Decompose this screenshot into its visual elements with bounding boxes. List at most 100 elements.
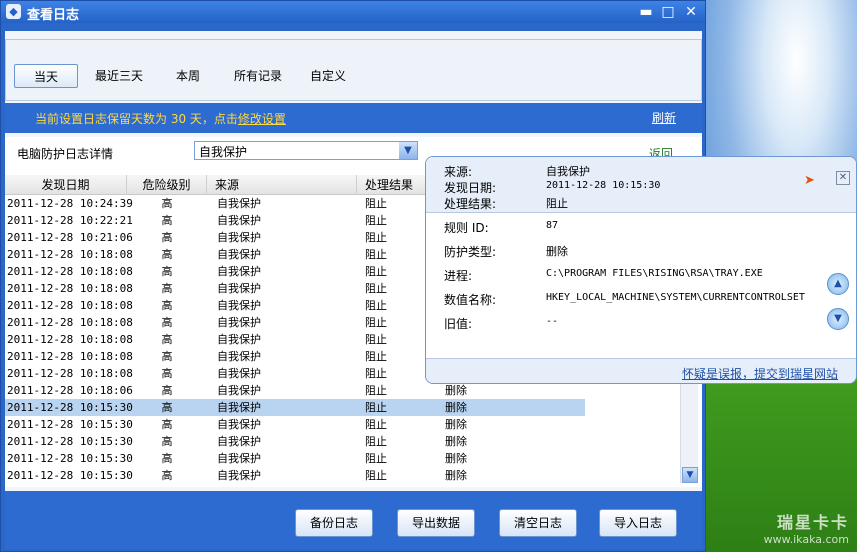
cell-date: 2011-12-28 10:15:30	[7, 452, 133, 465]
cell-date: 2011-12-28 10:15:30	[7, 401, 133, 414]
popup-source-label: 来源:	[444, 165, 473, 179]
table-row[interactable]: 2011-12-28 10:15:30 高 自我保护 阻止 删除	[5, 467, 585, 484]
cell-date: 2011-12-28 10:18:08	[7, 299, 133, 312]
window-title: 查看日志	[27, 8, 80, 23]
close-icon[interactable]: ✕	[682, 3, 700, 21]
cell-source: 自我保护	[217, 350, 261, 363]
cell-source: 自我保护	[217, 248, 261, 261]
cell-date: 2011-12-28 10:22:21	[7, 214, 133, 227]
cell-level: 高	[161, 401, 173, 414]
popup-date-value: 2011-12-28 10:15:30	[546, 180, 661, 191]
column-level[interactable]: 危险级别	[127, 175, 207, 195]
cell-source: 自我保护	[217, 469, 261, 482]
refresh-link[interactable]: 刷新	[652, 109, 676, 126]
cell-level: 高	[161, 265, 173, 278]
popup-type-value: 删除	[546, 245, 568, 258]
table-row[interactable]: 2011-12-28 10:15:30 高 自我保护 阻止 删除	[5, 399, 585, 416]
popup-type-label: 防护类型:	[444, 245, 497, 259]
table-row[interactable]: 2011-12-28 10:15:30 高 自我保护 阻止 删除	[5, 450, 585, 467]
source-select[interactable]: 自我保护 ▼	[194, 141, 418, 160]
cell-result: 阻止	[365, 384, 387, 397]
cell-date: 2011-12-28 10:18:06	[7, 384, 133, 397]
cell-level: 高	[161, 435, 173, 448]
watermark: 瑞星卡卡 www.ikaka.com	[764, 509, 849, 546]
cell-date: 2011-12-28 10:18:08	[7, 333, 133, 346]
cell-source: 自我保护	[217, 452, 261, 465]
retention-notice: 当前设置日志保留天数为 30 天，点击修改设置 刷新	[5, 103, 702, 133]
cell-source: 自我保护	[217, 367, 261, 380]
popup-process-label: 进程:	[444, 269, 473, 283]
minimize-icon[interactable]: ▬	[637, 3, 655, 21]
cell-source: 自我保护	[217, 197, 261, 210]
cell-level: 高	[161, 248, 173, 261]
cell-level: 高	[161, 452, 173, 465]
tab-last-three-days[interactable]: 最近三天	[88, 64, 150, 88]
cell-source: 自我保护	[217, 384, 261, 397]
scroll-down-icon[interactable]: ▼	[682, 467, 698, 483]
chevron-down-icon[interactable]: ▼	[399, 142, 417, 159]
popup-valuename-value: HKEY_LOCAL_MACHINE\SYSTEM\CURRENTCONTROL…	[546, 292, 805, 303]
cell-source: 自我保护	[217, 418, 261, 431]
cell-level: 高	[161, 299, 173, 312]
cell-level: 高	[161, 316, 173, 329]
popup-oldvalue-value: --	[546, 316, 559, 327]
arrow-down-icon[interactable]: ▼	[827, 308, 849, 330]
report-false-positive-link[interactable]: 怀疑是误报，提交到瑞星网站	[682, 365, 838, 382]
table-row[interactable]: 2011-12-28 10:15:30 高 自我保护 阻止 删除	[5, 416, 585, 433]
cell-level: 高	[161, 214, 173, 227]
import-log-button[interactable]: 导入日志	[599, 509, 677, 537]
cell-op: 删除	[445, 418, 467, 431]
range-tabs: 当天 最近三天 本周 所有记录 自定义	[5, 39, 702, 101]
table-row[interactable]: 2011-12-28 10:18:06 高 自我保护 阻止 删除	[5, 382, 585, 399]
column-source[interactable]: 来源	[207, 175, 357, 195]
watermark-url: www.ikaka.com	[763, 533, 849, 546]
notice-text: 当前设置日志保留天数为 30 天，点击修改设置	[35, 110, 286, 127]
cell-result: 阻止	[365, 469, 387, 482]
shield-icon: ◆	[6, 4, 21, 19]
cell-level: 高	[161, 197, 173, 210]
cell-date: 2011-12-28 10:15:30	[7, 469, 133, 482]
popup-source-value: 自我保护	[546, 165, 590, 178]
tab-today[interactable]: 当天	[14, 64, 78, 88]
backup-log-button[interactable]: 备份日志	[295, 509, 373, 537]
cell-source: 自我保护	[217, 282, 261, 295]
cell-date: 2011-12-28 10:18:08	[7, 316, 133, 329]
cell-level: 高	[161, 469, 173, 482]
export-data-button[interactable]: 导出数据	[397, 509, 475, 537]
table-row[interactable]: 2011-12-28 10:15:30 高 自我保护 阻止 删除	[5, 433, 585, 450]
cell-date: 2011-12-28 10:18:08	[7, 265, 133, 278]
cell-date: 2011-12-28 10:15:30	[7, 435, 133, 448]
cell-level: 高	[161, 282, 173, 295]
close-icon[interactable]: ✕	[836, 171, 850, 185]
popup-result-value: 阻止	[546, 197, 568, 210]
maximize-icon[interactable]: □	[659, 3, 677, 21]
arrow-up-icon[interactable]: ▲	[827, 273, 849, 295]
title-bar[interactable]: ◆ 查看日志 ▬ □ ✕	[1, 1, 705, 23]
cell-date: 2011-12-28 10:21:06	[7, 231, 133, 244]
cell-level: 高	[161, 231, 173, 244]
popup-process-value: C:\PROGRAM FILES\RISING\RSA\TRAY.EXE	[546, 268, 763, 279]
cell-level: 高	[161, 418, 173, 431]
tab-all-records[interactable]: 所有记录	[228, 64, 288, 88]
cell-level: 高	[161, 350, 173, 363]
popup-date-label: 发现日期:	[444, 181, 497, 195]
tab-this-week[interactable]: 本周	[166, 64, 210, 88]
cell-source: 自我保护	[217, 214, 261, 227]
popup-result-label: 处理结果:	[444, 197, 497, 211]
cell-result: 阻止	[365, 418, 387, 431]
action-bar: 备份日志 导出数据 清空日志 导入日志	[5, 491, 702, 549]
modify-settings-link[interactable]: 修改设置	[238, 112, 286, 126]
cell-result: 阻止	[365, 435, 387, 448]
column-date[interactable]: 发现日期	[5, 175, 127, 195]
cell-date: 2011-12-28 10:18:08	[7, 367, 133, 380]
cell-date: 2011-12-28 10:18:08	[7, 282, 133, 295]
tab-custom[interactable]: 自定义	[304, 64, 352, 88]
cell-source: 自我保护	[217, 333, 261, 346]
pin-icon[interactable]: ➤	[804, 173, 815, 188]
cell-source: 自我保护	[217, 265, 261, 278]
cell-op: 删除	[445, 401, 467, 414]
popup-oldvalue-label: 旧值:	[444, 317, 473, 331]
popup-rule-value: 87	[546, 220, 559, 231]
clear-log-button[interactable]: 清空日志	[499, 509, 577, 537]
cell-date: 2011-12-28 10:24:39	[7, 197, 133, 210]
